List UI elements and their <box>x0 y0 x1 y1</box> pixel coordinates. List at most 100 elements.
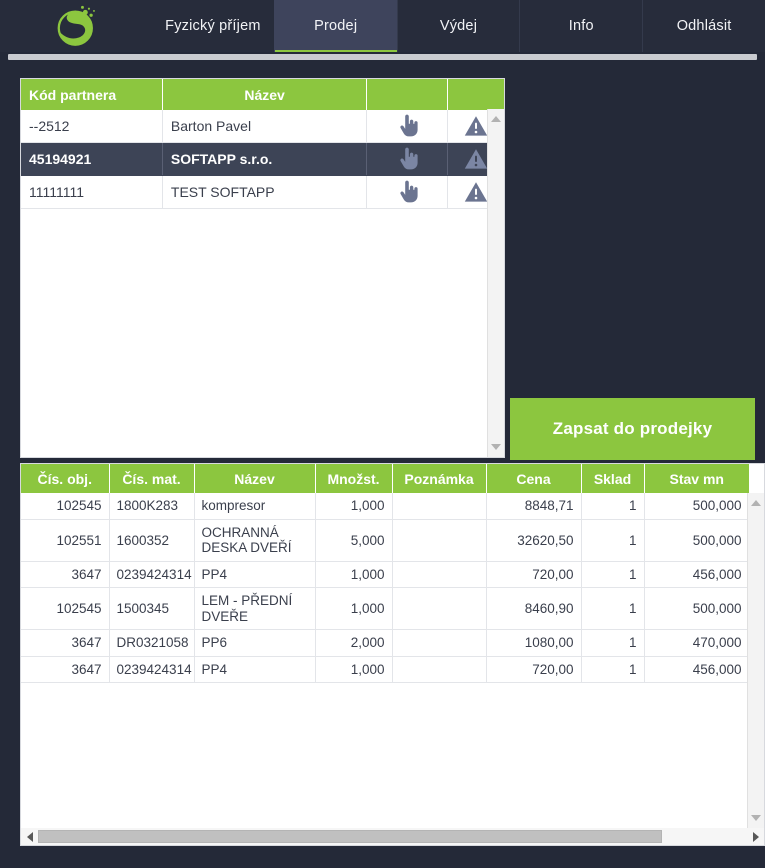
top-navigation-bar: Fyzický příjem Prodej Výdej Info Odhlási… <box>0 0 765 52</box>
triangle-up-icon <box>751 500 761 506</box>
partner-col-code: Kód partnera <box>21 79 163 110</box>
partner-header-row: Kód partnera Název <box>21 79 504 110</box>
items-vertical-scrollbar[interactable] <box>747 493 764 828</box>
item-order-no: 3647 <box>21 561 110 589</box>
item-name: kompresor <box>194 493 316 520</box>
item-name: PP6 <box>194 629 316 657</box>
item-price: 32620,50 <box>486 519 582 562</box>
partner-select-action[interactable] <box>366 175 448 209</box>
table-row[interactable]: 102551 1600352 OCHRANNÁ DESKA DVEŘÍ 5,00… <box>21 519 750 562</box>
scroll-up-button[interactable] <box>748 495 764 511</box>
items-col-name: Název <box>194 464 316 493</box>
nav-label: Výdej <box>439 18 478 34</box>
partner-vertical-scrollbar[interactable] <box>487 109 504 457</box>
triangle-up-icon <box>491 116 501 122</box>
item-material-no: 1600352 <box>109 519 195 562</box>
partner-col-warning <box>447 79 504 110</box>
scroll-left-button[interactable] <box>21 828 38 845</box>
zapsat-do-prodejky-button[interactable]: Zapsat do prodejky <box>510 398 755 460</box>
item-note[interactable] <box>392 587 487 631</box>
item-order-no: 102551 <box>21 519 110 562</box>
partner-select-action[interactable] <box>366 110 448 143</box>
nav-label: Odhlásit <box>676 18 732 34</box>
item-material-no: 0239424314 <box>109 561 195 589</box>
partner-table-body: --2512 Barton Pavel 45194921 SOFTAPP s.r… <box>21 110 504 209</box>
hand-pointer-icon <box>400 114 418 137</box>
item-price: 720,00 <box>486 561 582 589</box>
table-row[interactable]: 102545 1500345 LEM - PŘEDNÍ DVEŘE 1,000 … <box>21 587 750 631</box>
nav-label: Info <box>568 18 594 34</box>
triangle-down-icon <box>751 815 761 821</box>
partner-name: Barton Pavel <box>162 110 368 143</box>
partner-code: 11111111 <box>21 175 163 209</box>
hscroll-thumb[interactable] <box>38 830 662 843</box>
item-note[interactable] <box>392 629 487 657</box>
item-price: 1080,00 <box>486 629 582 657</box>
item-warehouse: 1 <box>581 629 645 657</box>
table-row[interactable]: 102545 1800K283 kompresor 1,000 8848,71 … <box>21 493 750 520</box>
item-note[interactable] <box>392 656 487 684</box>
partner-table-head: Kód partnera Název <box>21 79 504 110</box>
item-price: 8848,71 <box>486 493 582 520</box>
item-warehouse: 1 <box>581 519 645 562</box>
item-quantity: 2,000 <box>315 629 393 657</box>
item-note[interactable] <box>392 519 487 562</box>
items-col-order-no: Čís. obj. <box>21 464 110 493</box>
hand-pointer-icon <box>400 147 418 170</box>
table-row[interactable]: 3647 0239424314 PP4 1,000 720,00 1 456,0… <box>21 561 750 589</box>
item-warehouse: 1 <box>581 656 645 684</box>
partner-empty-area <box>21 209 504 457</box>
main-nav: Fyzický příjem Prodej Výdej Info Odhlási… <box>152 0 765 52</box>
scroll-down-button[interactable] <box>748 810 764 826</box>
partner-name: SOFTAPP s.r.o. <box>162 142 368 176</box>
item-material-no: 1500345 <box>109 587 195 631</box>
items-table-body: 102545 1800K283 kompresor 1,000 8848,71 … <box>21 493 750 684</box>
items-horizontal-scrollbar[interactable] <box>21 828 764 845</box>
item-material-no: 0239424314 <box>109 656 195 684</box>
nav-tab-info[interactable]: Info <box>519 0 642 52</box>
scroll-right-button[interactable] <box>747 828 764 845</box>
partner-select-action[interactable] <box>366 142 448 176</box>
nav-tab-odhlasit[interactable]: Odhlásit <box>642 0 765 52</box>
warning-triangle-icon <box>464 116 488 136</box>
partner-col-action <box>366 79 448 110</box>
items-col-warehouse: Sklad <box>581 464 645 493</box>
triangle-right-icon <box>752 831 759 842</box>
nav-tab-fyzicky-prijem[interactable]: Fyzický příjem <box>152 0 274 52</box>
item-note[interactable] <box>392 561 487 589</box>
warning-triangle-icon <box>464 182 488 202</box>
partner-name: TEST SOFTAPP <box>162 175 368 209</box>
app-logo[interactable] <box>0 0 152 52</box>
partner-table: Kód partnera Název --2512 Barton Pavel 4… <box>21 79 504 209</box>
item-price: 720,00 <box>486 656 582 684</box>
nav-tab-vydej[interactable]: Výdej <box>396 0 520 52</box>
leaf-s-logo-icon <box>57 5 95 46</box>
item-quantity: 5,000 <box>315 519 393 562</box>
item-quantity: 1,000 <box>315 587 393 631</box>
item-note[interactable] <box>392 493 487 520</box>
item-name: LEM - PŘEDNÍ DVEŘE <box>194 587 316 631</box>
table-row[interactable]: 11111111 TEST SOFTAPP <box>21 175 504 209</box>
table-row[interactable]: --2512 Barton Pavel <box>21 110 504 143</box>
partner-code: --2512 <box>21 110 163 143</box>
item-name: PP4 <box>194 656 316 684</box>
item-stock: 500,000 <box>644 493 750 520</box>
items-col-price: Cena <box>486 464 582 493</box>
partner-col-name: Název <box>162 79 368 110</box>
scroll-up-button[interactable] <box>488 111 504 127</box>
warning-triangle-icon <box>464 149 488 169</box>
item-order-no: 3647 <box>21 629 110 657</box>
scroll-down-button[interactable] <box>488 439 504 455</box>
hscroll-track[interactable] <box>38 830 747 843</box>
table-row[interactable]: 45194921 SOFTAPP s.r.o. <box>21 142 504 176</box>
table-row[interactable]: 3647 DR0321058 PP6 2,000 1080,00 1 470,0… <box>21 629 750 657</box>
nav-tab-prodej[interactable]: Prodej <box>273 0 397 52</box>
item-warehouse: 1 <box>581 493 645 520</box>
items-table: Čís. obj. Čís. mat. Název Množst. Poznám… <box>21 464 750 684</box>
item-order-no: 102545 <box>21 587 110 631</box>
hand-pointer-icon <box>400 180 418 203</box>
items-col-quantity: Množst. <box>315 464 393 493</box>
item-warehouse: 1 <box>581 587 645 631</box>
table-row[interactable]: 3647 0239424314 PP4 1,000 720,00 1 456,0… <box>21 656 750 684</box>
triangle-left-icon <box>26 831 33 842</box>
